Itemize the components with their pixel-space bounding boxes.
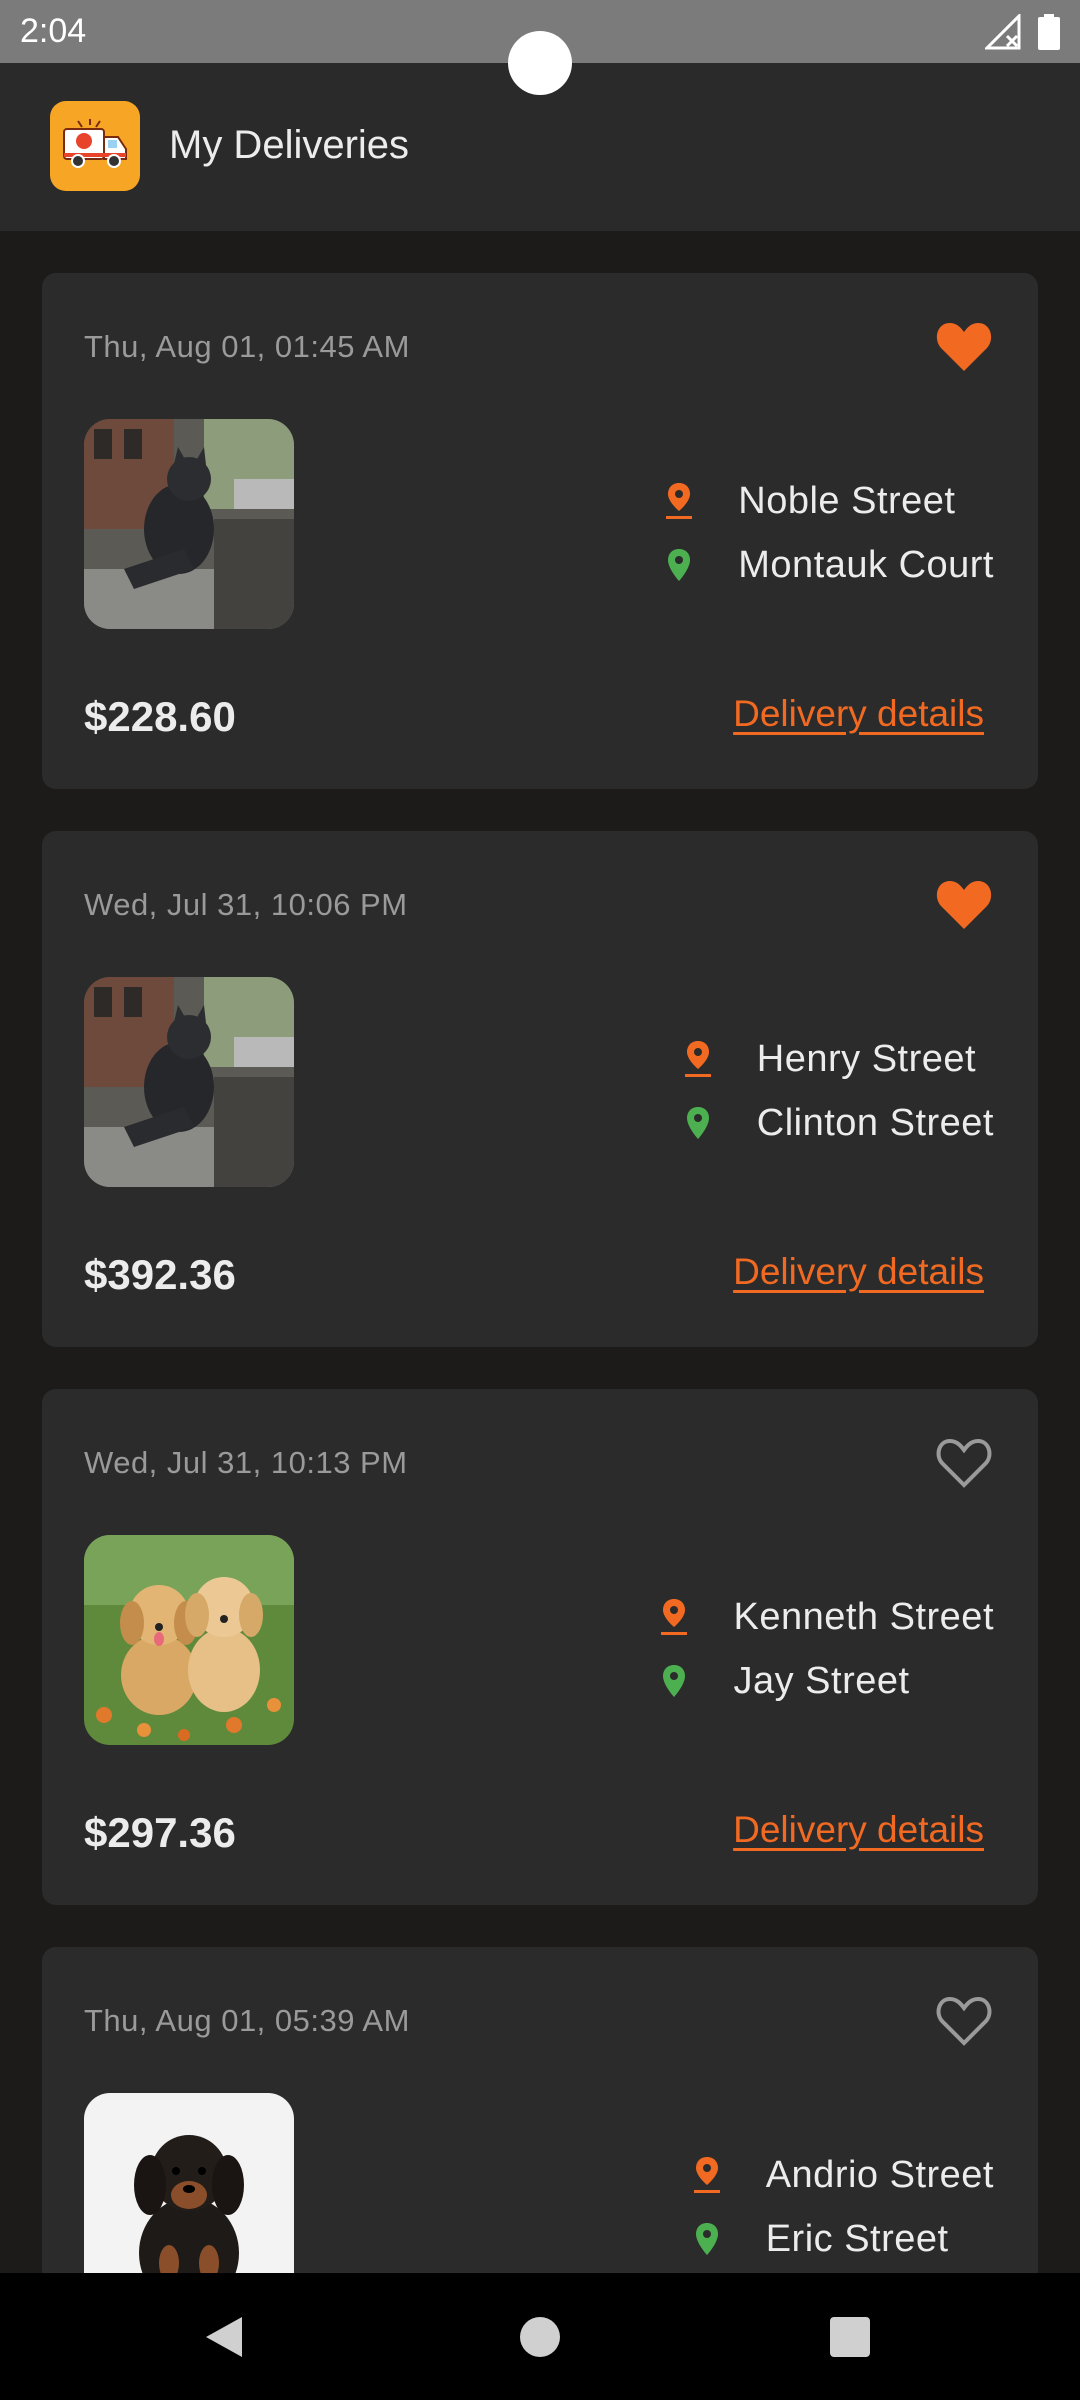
pickup-row: Henry Street [683,1027,994,1091]
status-time: 2:04 [20,12,87,50]
delivery-date: Thu, Aug 01, 05:39 AM [84,2003,410,2038]
camera-cutout [508,31,572,95]
heart-outline-icon[interactable] [935,1435,993,1489]
delivery-price: $392.36 [84,1251,236,1298]
heart-filled-icon[interactable] [935,319,993,373]
delivery-details-link[interactable]: Delivery details [733,1809,984,1851]
recents-square-icon[interactable] [830,2317,870,2357]
heart-filled-icon[interactable] [935,877,993,931]
pickup-row: Noble Street [664,469,994,533]
dropoff-pin-icon [695,2223,718,2255]
delivery-date: Wed, Jul 31, 10:06 PM [84,887,408,922]
pickup-address: Henry Street [756,1037,977,1080]
route-info: Andrio Street Eric Street [692,2143,994,2271]
pickup-address: Noble Street [738,479,956,522]
battery-full-icon [1038,14,1060,50]
back-triangle-icon[interactable] [204,2315,244,2359]
dropoff-row: Clinton Street [683,1091,994,1155]
delivery-date: Thu, Aug 01, 01:45 AM [84,329,410,364]
dropoff-row: Jay Street [659,1649,994,1713]
heart-outline-icon[interactable] [935,1993,993,2047]
delivery-list[interactable]: Thu, Aug 01, 01:45 AM Noble Street Monta… [0,231,1080,2273]
pickup-pin-icon [693,2157,720,2193]
golden-puppies-photo [84,1535,294,1745]
dropoff-pin-icon [663,1665,686,1697]
dropoff-row: Montauk Court [664,533,994,597]
route-info: Henry Street Clinton Street [683,1027,994,1155]
dropoff-address: Montauk Court [738,543,994,586]
delivery-card[interactable]: Wed, Jul 31, 10:13 PM Kenneth Street Jay… [42,1389,1038,1905]
delivery-price: $297.36 [84,1809,236,1856]
pickup-address: Kenneth Street [733,1595,994,1638]
delivery-card[interactable]: Wed, Jul 31, 10:06 PM Henry Street Clint… [42,831,1038,1347]
system-nav-bar [0,2273,1080,2400]
cat-statue-photo [84,977,294,1187]
dropoff-address: Jay Street [733,1659,910,1702]
page-title: My Deliveries [169,123,410,167]
delivery-price: $228.60 [84,693,236,740]
delivery-details-link[interactable]: Delivery details [733,693,984,735]
pickup-address: Andrio Street [765,2153,994,2196]
signal-no-data-icon [985,14,1021,50]
delivery-card[interactable]: Thu, Aug 01, 01:45 AM Noble Street Monta… [42,273,1038,789]
dropoff-address: Clinton Street [756,1101,994,1144]
delivery-details-link[interactable]: Delivery details [733,1251,984,1293]
pickup-pin-icon [684,1041,711,1077]
dropoff-pin-icon [686,1107,709,1139]
dropoff-row: Eric Street [692,2207,994,2271]
delivery-date: Wed, Jul 31, 10:13 PM [84,1445,408,1480]
pickup-row: Kenneth Street [659,1585,994,1649]
pickup-pin-icon [661,1599,688,1635]
pickup-row: Andrio Street [692,2143,994,2207]
delivery-truck-icon [50,101,140,191]
home-circle-icon[interactable] [520,2317,560,2357]
dropoff-address: Eric Street [765,2217,949,2260]
pickup-pin-icon [666,483,693,519]
delivery-card[interactable]: Thu, Aug 01, 05:39 AM Andrio Street Eric… [42,1947,1038,2273]
cat-statue-photo [84,419,294,629]
dropoff-pin-icon [668,549,691,581]
route-info: Noble Street Montauk Court [664,469,994,597]
dachshund-puppy-photo [84,2093,294,2273]
route-info: Kenneth Street Jay Street [659,1585,994,1713]
